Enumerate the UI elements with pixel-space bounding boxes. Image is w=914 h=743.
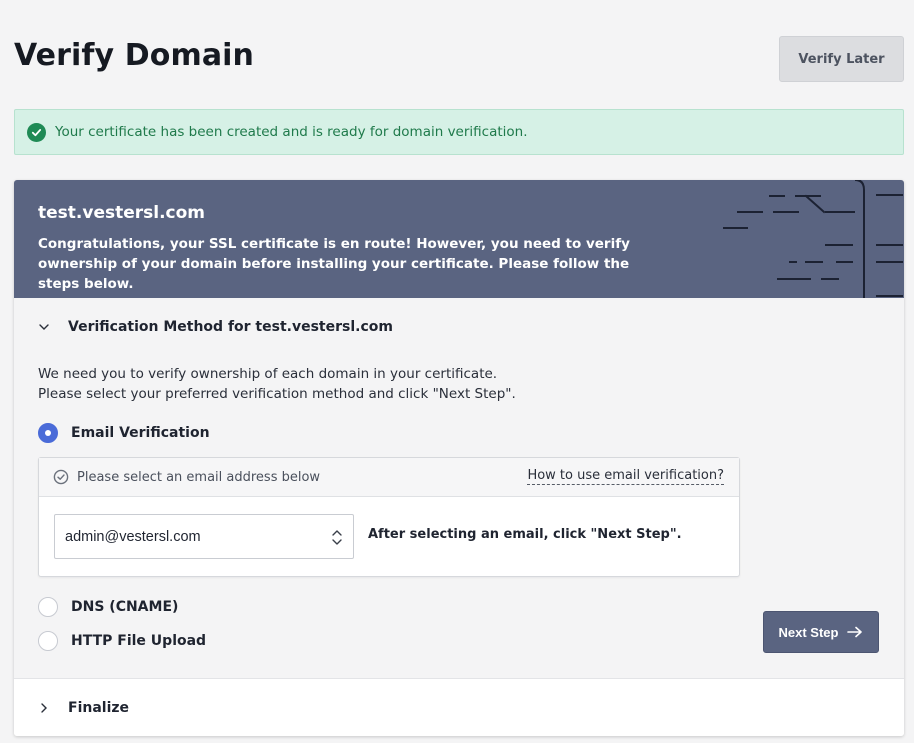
email-panel-header-text: Please select an email address below [77,469,321,485]
finalize-section-toggle[interactable]: Finalize [14,678,904,736]
radio-dns-cname[interactable]: DNS (CNAME) [38,597,178,617]
check-circle-icon [27,122,46,142]
intro-line-1: We need you to verify ownership of each … [38,366,498,382]
alert-message: Your certificate has been created and is… [55,124,528,140]
banner-domain: test.vestersl.com [38,203,206,223]
radio-label: DNS (CNAME) [71,599,179,615]
email-panel: Please select an email address below How… [38,457,740,577]
success-alert: Your certificate has been created and is… [14,109,904,155]
email-panel-header: Please select an email address below How… [39,458,739,497]
radio-button-selected[interactable] [38,423,58,443]
domain-banner: test.vestersl.com Congratulations, your … [14,180,904,298]
next-step-label: Next Step [778,624,839,640]
radio-label: HTTP File Upload [71,633,207,649]
how-to-use-email-link[interactable]: How to use email verification? [527,468,724,485]
radio-button[interactable] [38,597,58,617]
radio-email-verification[interactable]: Email Verification [38,423,210,443]
email-hint: After selecting an email, click "Next St… [368,527,682,542]
verification-card: test.vestersl.com Congratulations, your … [14,180,904,736]
finalize-title: Finalize [68,699,130,716]
verify-later-button[interactable]: Verify Later [779,36,904,82]
chevron-down-icon [39,324,49,330]
next-step-button[interactable]: Next Step [763,611,879,653]
page-title: Verify Domain [14,38,255,73]
verification-section-toggle[interactable]: Verification Method for test.vestersl.co… [14,298,904,356]
circle-check-icon [53,469,69,485]
intro-line-2: Please select your preferred verificatio… [38,386,516,402]
radio-http-file-upload[interactable]: HTTP File Upload [38,631,206,651]
radio-button[interactable] [38,631,58,651]
arrow-right-icon [847,626,863,638]
chevron-right-icon [41,702,47,713]
section-title: Verification Method for test.vestersl.co… [68,319,393,335]
email-select[interactable]: admin@vestersl.com [54,514,354,559]
up-down-chevron-icon [332,530,342,545]
selected-email-value: admin@vestersl.com [65,528,201,545]
radio-label: Email Verification [71,425,210,441]
verification-intro: We need you to verify ownership of each … [38,364,738,404]
circuit-decoration-icon [723,180,903,298]
banner-message: Congratulations, your SSL certificate is… [38,236,630,292]
